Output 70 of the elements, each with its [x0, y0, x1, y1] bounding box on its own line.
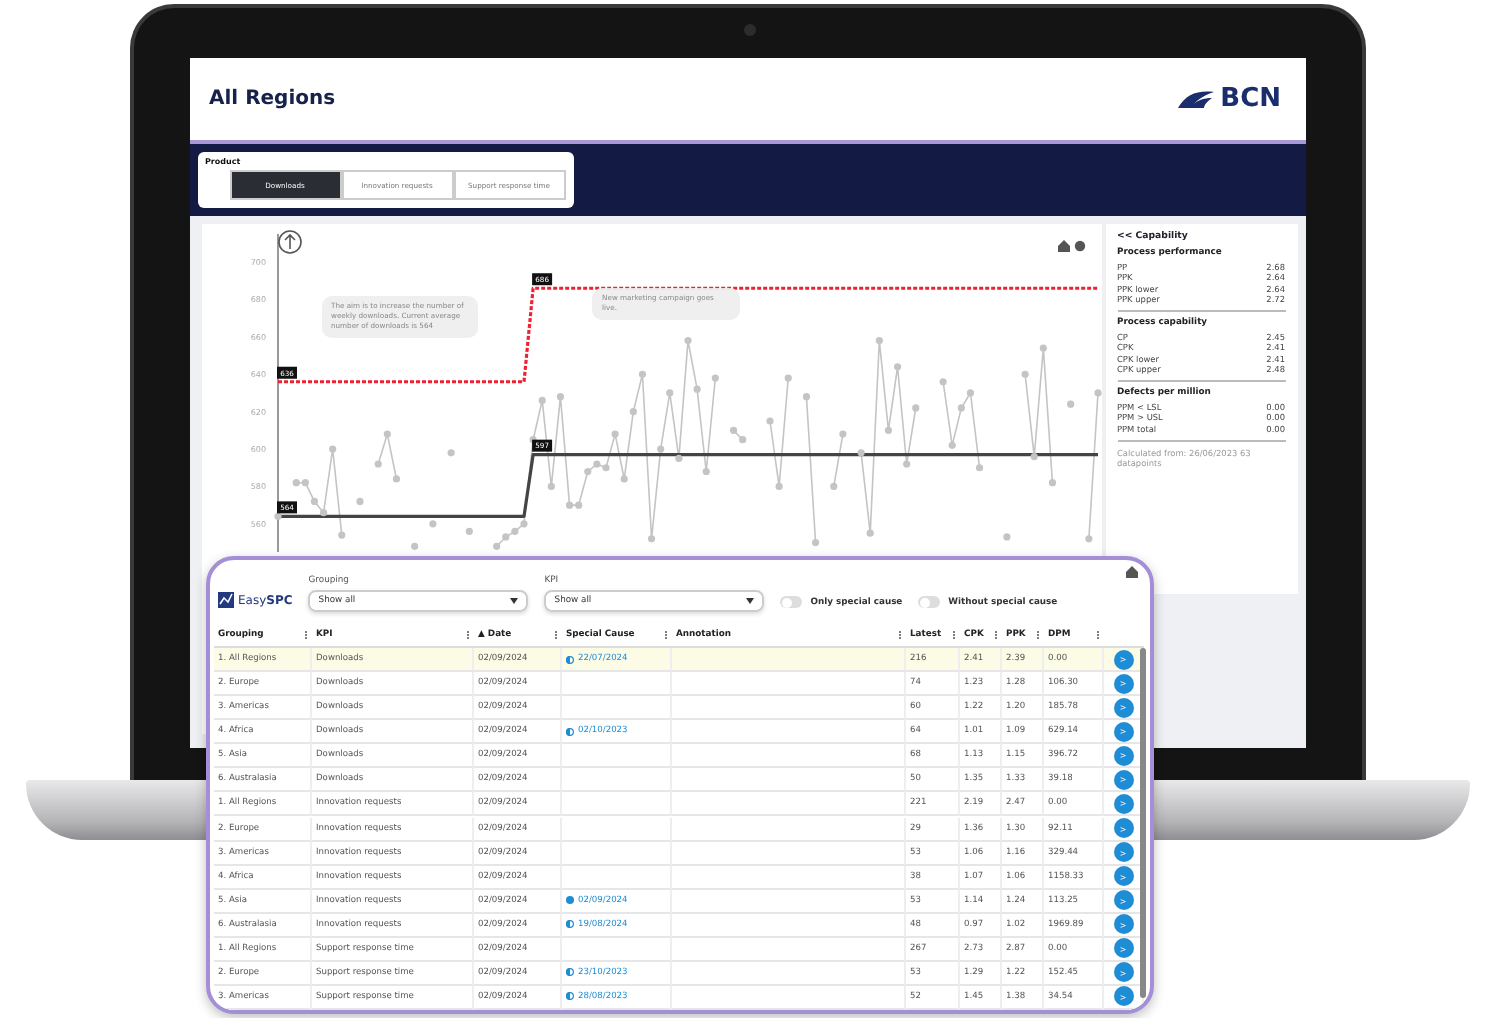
data-point: [619, 475, 627, 483]
data-point: [1020, 370, 1028, 378]
data-point: [892, 363, 901, 371]
data-point: [911, 404, 919, 412]
data-point: [883, 426, 892, 434]
data-point: [328, 445, 336, 453]
table-cell: [562, 817, 672, 841]
data-point: [692, 385, 700, 393]
data-point: [1093, 389, 1101, 397]
data-point: [646, 535, 655, 543]
data-point: [382, 430, 390, 438]
data-point: [856, 449, 864, 457]
data-point: [865, 529, 873, 537]
data-point: [391, 475, 400, 483]
data-point: [337, 531, 345, 539]
data-point: [428, 520, 436, 528]
data-point: [446, 449, 454, 457]
home-icon[interactable]: [1057, 240, 1069, 252]
data-point: [947, 441, 955, 449]
data-point: [674, 454, 682, 462]
data-point: [555, 393, 564, 401]
data-point: [537, 396, 545, 405]
home-icon[interactable]: [1126, 566, 1138, 578]
data-point: [1066, 400, 1074, 408]
table-cell: [562, 792, 672, 817]
data-point: [965, 389, 974, 397]
data-point: [874, 337, 882, 345]
data-point: [309, 497, 318, 505]
data-point: [838, 430, 846, 438]
scroll-up-icon[interactable]: [277, 230, 301, 254]
table-cell: [562, 841, 672, 866]
data-point: [710, 374, 718, 382]
chart-logo-icon: [218, 592, 234, 608]
page-title: All Regions: [209, 88, 336, 110]
data-point: [765, 417, 773, 425]
data-point: [801, 393, 810, 401]
data-point: [956, 404, 964, 412]
logo-icon: [1178, 89, 1215, 109]
data-point: [610, 430, 618, 438]
data-point: [683, 337, 691, 345]
data-point: [464, 527, 472, 535]
caret-icon: [510, 598, 519, 604]
data-point: [902, 460, 910, 468]
data-point: [546, 482, 554, 491]
caret-icon: [746, 598, 755, 604]
data-point: [1084, 535, 1092, 543]
data-point: [355, 497, 363, 505]
data-point: [1047, 479, 1056, 487]
data-point: [1002, 533, 1010, 541]
data-point: [701, 467, 709, 476]
data-point: [974, 464, 983, 472]
data-point: [1029, 452, 1037, 461]
table-cell: [562, 768, 672, 793]
brand-logo: BCN: [1220, 84, 1281, 114]
data-point: [273, 512, 281, 520]
toggle-switch[interactable]: [918, 596, 941, 608]
data-point: [938, 378, 946, 386]
data-point: [829, 482, 837, 491]
data-point: [637, 370, 646, 378]
data-point: [410, 542, 418, 550]
data-point: [628, 408, 636, 416]
toggle-switch[interactable]: [780, 596, 803, 608]
data-point: [1038, 344, 1046, 352]
data-point: [810, 538, 819, 547]
data-point: [656, 445, 664, 453]
data-point: [774, 482, 782, 491]
data-point: [783, 374, 791, 382]
data-point: [665, 389, 673, 397]
data-point: [318, 509, 327, 517]
data-point: [373, 460, 381, 468]
